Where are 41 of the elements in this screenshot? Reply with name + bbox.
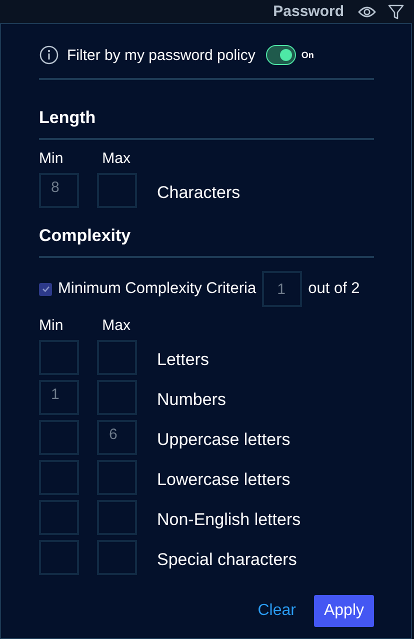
section-title: Length bbox=[39, 108, 97, 128]
max-label: Max bbox=[102, 317, 131, 335]
max-field[interactable]: 6 bbox=[97, 420, 137, 455]
criteria-suffix: out of 2 bbox=[308, 280, 360, 298]
row-label: Uppercase letters bbox=[157, 429, 290, 450]
min-field[interactable] bbox=[39, 460, 79, 495]
min-field[interactable] bbox=[39, 340, 79, 375]
max-field[interactable] bbox=[97, 173, 137, 208]
row-label: Lowercase letters bbox=[157, 469, 290, 490]
filter-label: Filter by my password policy bbox=[67, 46, 256, 64]
apply-button[interactable]: Apply bbox=[314, 595, 374, 627]
max-field[interactable] bbox=[97, 340, 137, 375]
min-label: Min bbox=[39, 150, 64, 168]
clear-button[interactable]: Clear bbox=[258, 602, 296, 620]
min-field[interactable]: 8 bbox=[39, 173, 79, 208]
max-field[interactable] bbox=[97, 540, 137, 575]
max-field[interactable] bbox=[97, 380, 137, 415]
row-label: Special characters bbox=[157, 549, 297, 570]
max-field[interactable] bbox=[97, 460, 137, 495]
max-label: Max bbox=[102, 150, 131, 168]
min-field[interactable] bbox=[39, 500, 79, 535]
checkbox[interactable] bbox=[39, 282, 52, 296]
row-label: Non-English letters bbox=[157, 509, 301, 530]
max-field[interactable] bbox=[97, 500, 137, 535]
criteria-label: Minimum Complexity Criteria bbox=[58, 280, 256, 298]
min-field[interactable] bbox=[39, 540, 79, 575]
eye-icon[interactable] bbox=[358, 4, 376, 18]
policy-toggle[interactable] bbox=[266, 45, 296, 65]
min-field[interactable] bbox=[39, 420, 79, 455]
criteria-field[interactable]: 1 bbox=[262, 271, 302, 307]
toggle-state: On bbox=[301, 50, 314, 60]
section-title: Complexity bbox=[39, 226, 132, 246]
filter-icon[interactable] bbox=[388, 4, 404, 20]
min-label: Min bbox=[39, 317, 64, 335]
row-label: Numbers bbox=[157, 389, 226, 410]
info-icon bbox=[39, 45, 59, 65]
row-label: Characters bbox=[157, 182, 240, 203]
row-label: Letters bbox=[157, 349, 209, 370]
column-title: Password bbox=[273, 3, 344, 20]
min-field[interactable]: 1 bbox=[39, 380, 79, 415]
checkmark-icon bbox=[40, 284, 50, 294]
